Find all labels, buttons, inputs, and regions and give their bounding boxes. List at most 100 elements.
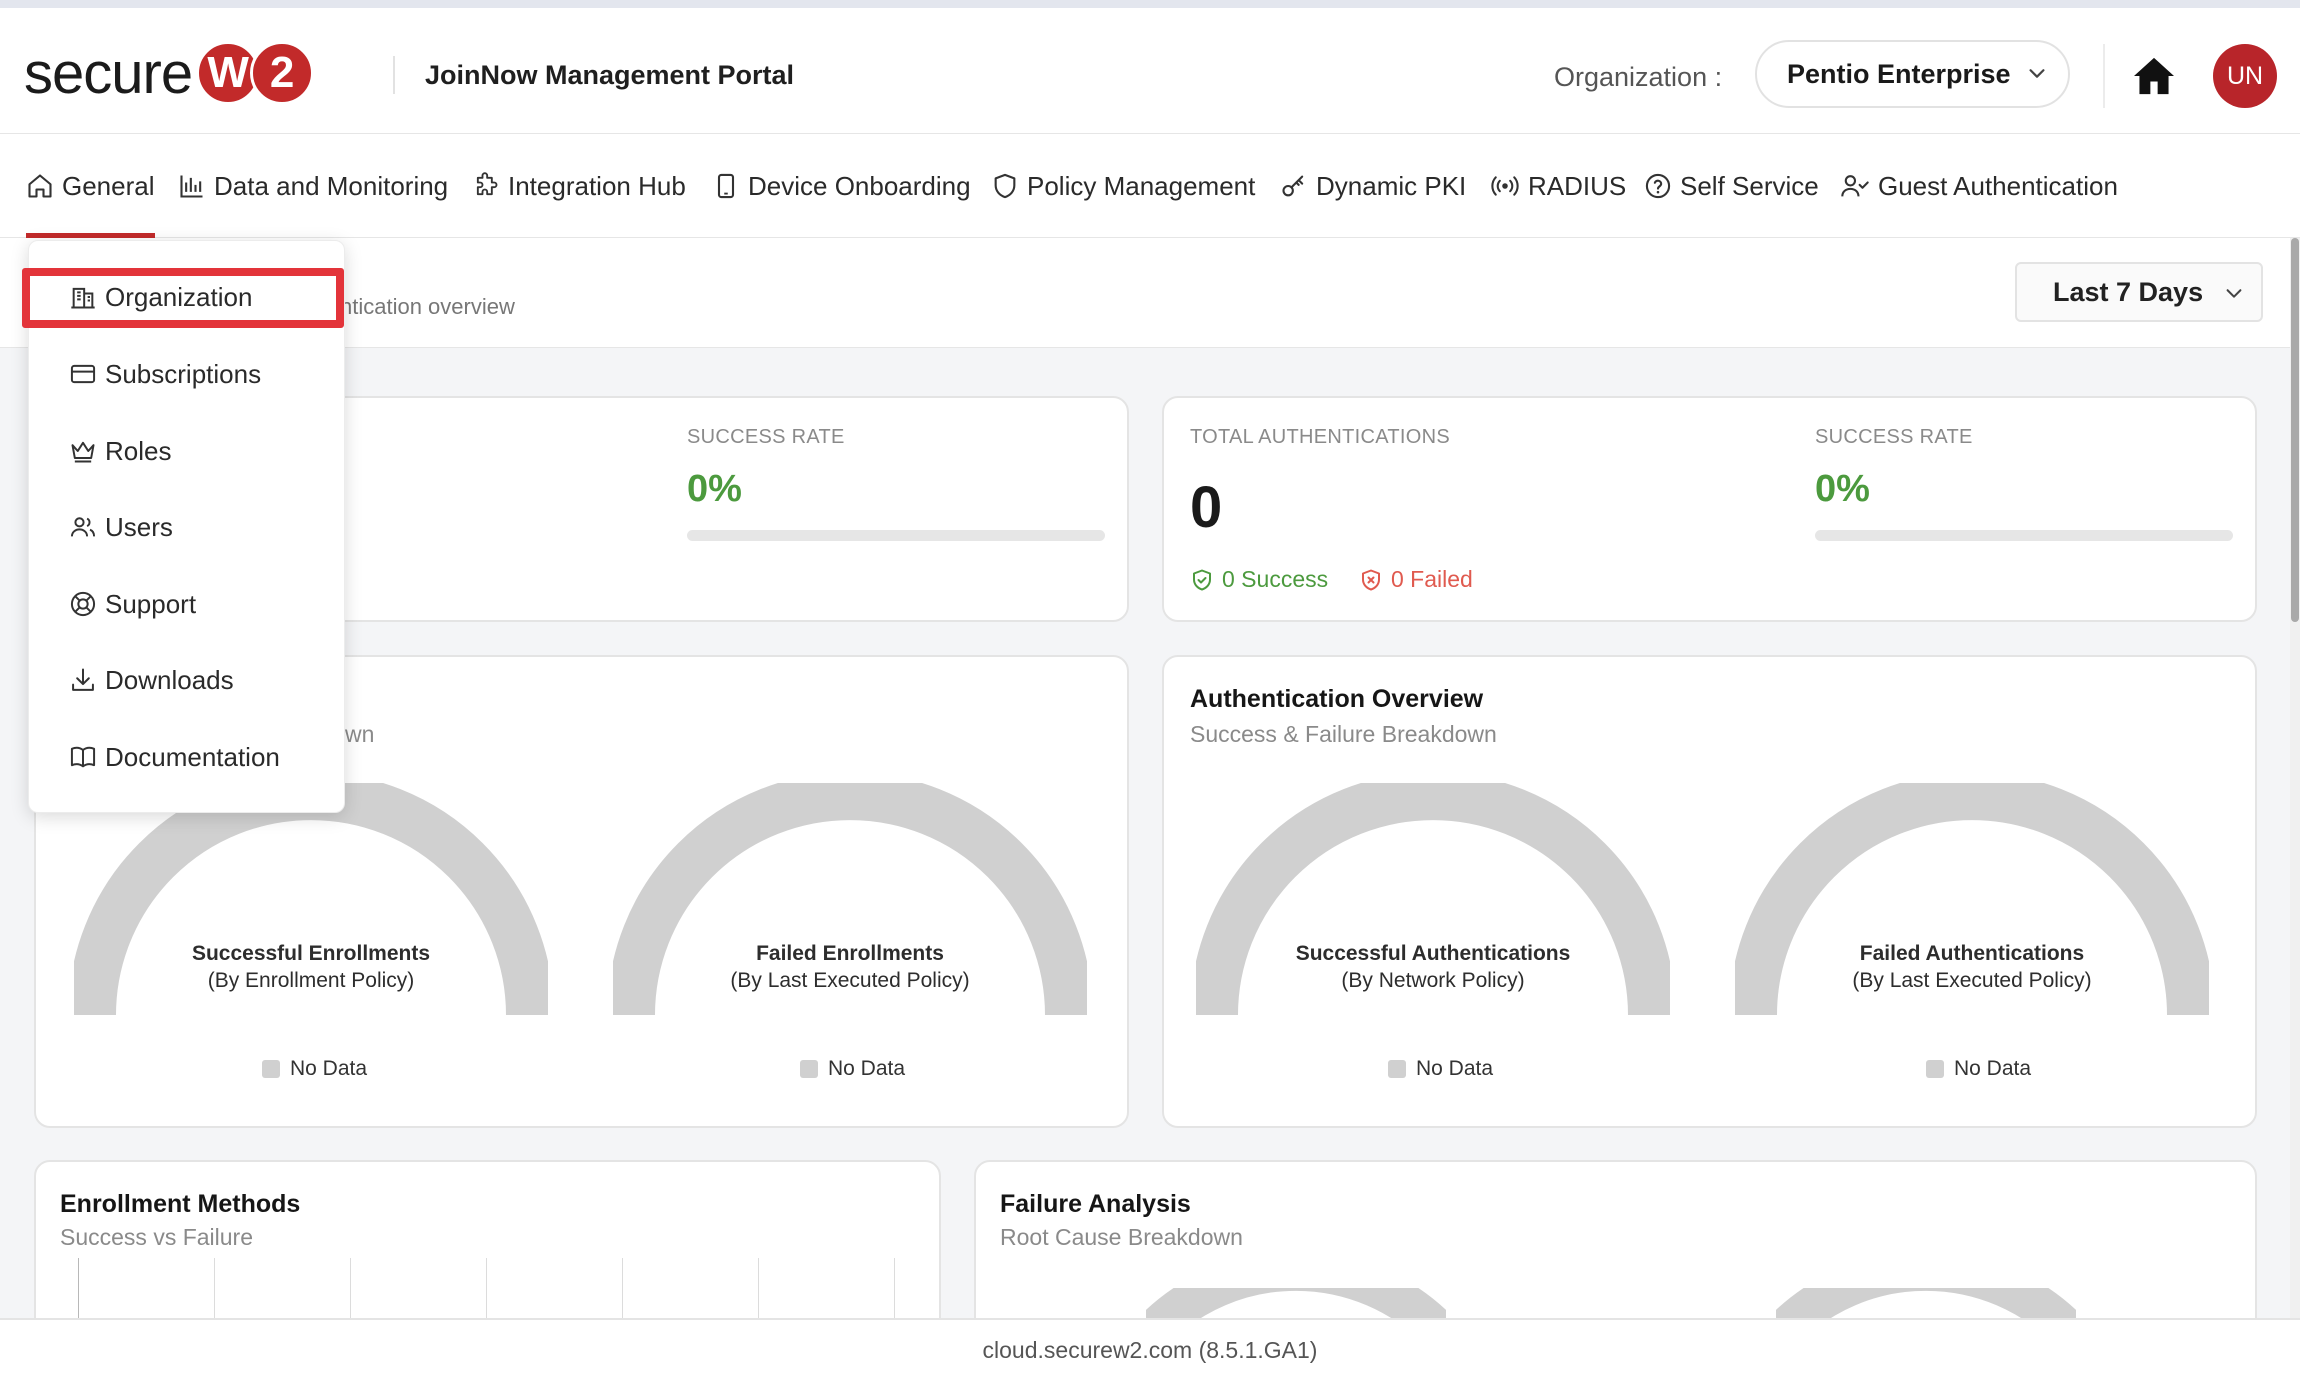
legend-label: No Data xyxy=(290,1057,368,1080)
menu-item-label: Organization xyxy=(105,281,253,312)
legend-label: No Data xyxy=(1416,1057,1494,1080)
menu-item-support[interactable]: Support xyxy=(69,584,196,624)
menu-item-roles[interactable]: Roles xyxy=(69,431,171,471)
menu-item-documentation[interactable]: Documentation xyxy=(69,737,280,777)
failed-count: 0 Failed xyxy=(1359,566,1473,593)
gauge-legend[interactable]: No Data xyxy=(1388,1057,1493,1081)
gauge-label: Failed Enrollments (By Last Executed Pol… xyxy=(613,940,1087,994)
user-check-icon xyxy=(1841,175,1869,197)
success-rate-value: 0% xyxy=(1815,468,1870,510)
nav-item-label: Dynamic PKI xyxy=(1316,170,1467,201)
gauge-legend[interactable]: No Data xyxy=(262,1057,367,1081)
main-nav: General Data and Monitoring Integration … xyxy=(0,134,2300,238)
chevron-down-icon xyxy=(2029,69,2045,78)
building-icon xyxy=(71,287,95,309)
legend-label: No Data xyxy=(828,1057,906,1080)
gauge-title: Successful Enrollments xyxy=(191,942,431,965)
radio-signal-icon xyxy=(1491,176,1519,196)
download-icon xyxy=(72,668,94,691)
gauge-subtitle: (By Last Executed Policy) xyxy=(730,969,970,992)
gauge-title: Failed Enrollments xyxy=(756,942,944,965)
success-rate-label: SUCCESS RATE xyxy=(687,426,845,448)
success-count: 0 Success xyxy=(1190,566,1328,593)
nav-item-label: Device Onboarding xyxy=(748,170,971,201)
gauge-legend[interactable]: No Data xyxy=(800,1057,905,1081)
general-dropdown-menu: Organization Subscriptions Roles Users S… xyxy=(28,240,345,813)
nav-item-radius[interactable]: RADIUS xyxy=(1490,134,1626,238)
date-range-value: Last 7 Days xyxy=(2053,276,2204,307)
gauge-subtitle: (By Network Policy) xyxy=(1341,969,1525,992)
menu-item-downloads[interactable]: Downloads xyxy=(69,660,234,700)
legend-swatch xyxy=(262,1060,280,1078)
total-authentications-label: TOTAL AUTHENTICATIONS xyxy=(1190,426,1451,448)
shield-check-icon xyxy=(1193,569,1211,590)
authentication-stats-card: TOTAL AUTHENTICATIONS 0 0 Success 0 Fail… xyxy=(1162,396,2257,622)
success-rate-progress xyxy=(687,530,1105,541)
key-icon xyxy=(1282,175,1304,197)
nav-item-device-onboarding[interactable]: Device Onboarding xyxy=(712,134,971,238)
card-subtitle: Success vs Failure xyxy=(60,1224,254,1250)
menu-item-label: Roles xyxy=(105,435,172,466)
dashboard-description: ntication overview xyxy=(340,294,515,319)
nav-item-label: Self Service xyxy=(1680,170,1819,201)
total-authentications-value: 0 xyxy=(1190,475,1223,540)
credit-card-icon xyxy=(70,364,96,384)
organization-select[interactable]: Pentio Enterprise xyxy=(1755,40,2070,108)
nav-item-data-and-monitoring[interactable]: Data and Monitoring xyxy=(178,134,448,238)
header-divider xyxy=(393,56,395,94)
menu-item-users[interactable]: Users xyxy=(69,507,173,547)
header-divider-right xyxy=(2103,44,2105,108)
chevron-down-icon xyxy=(2226,289,2242,298)
legend-label: No Data xyxy=(1954,1057,2032,1080)
nav-item-dynamic-pki[interactable]: Dynamic PKI xyxy=(1280,134,1466,238)
gauge-label: Failed Authentications (By Last Executed… xyxy=(1735,940,2209,994)
date-range-select[interactable]: Last 7 Days xyxy=(2015,262,2263,322)
logo-text: secure xyxy=(24,40,193,106)
page-scrollbar-thumb[interactable] xyxy=(2291,238,2299,622)
gauge-subtitle: (By Last Executed Policy) xyxy=(1852,969,2092,992)
menu-item-label: Support xyxy=(105,588,197,619)
nav-item-integration-hub[interactable]: Integration Hub xyxy=(472,134,686,238)
footer-version-text: cloud.securew2.com (8.5.1.GA1) xyxy=(982,1336,1318,1363)
card-title: Enrollment Methods xyxy=(60,1190,301,1218)
gauge-subtitle: (By Enrollment Policy) xyxy=(207,969,415,992)
legend-swatch xyxy=(1388,1060,1406,1078)
card-subtitle: Success & Failure Breakdown xyxy=(1190,721,1497,747)
securew2-logo[interactable]: secure W 2 xyxy=(24,38,315,108)
crown-icon xyxy=(71,441,95,463)
gauge-label: Successful Enrollments (By Enrollment Po… xyxy=(74,940,548,994)
menu-item-label: Downloads xyxy=(105,664,234,695)
success-rate-progress xyxy=(1815,530,2233,541)
nav-item-label: Data and Monitoring xyxy=(214,170,449,201)
nav-item-guest-authentication[interactable]: Guest Authentication xyxy=(1840,134,2118,238)
card-subtitle: Root Cause Breakdown xyxy=(1000,1224,1243,1250)
gauge-label: Successful Authentications (By Network P… xyxy=(1196,940,1670,994)
success-rate-value: 0% xyxy=(687,468,742,510)
nav-item-label: Guest Authentication xyxy=(1878,170,2118,201)
failed-count-text: 0 Failed xyxy=(1391,566,1473,592)
phone-icon xyxy=(717,173,735,199)
authentication-overview-card: Authentication Overview Success & Failur… xyxy=(1162,655,2257,1128)
menu-item-label: Users xyxy=(105,511,173,542)
home-icon xyxy=(28,174,52,198)
card-subtitle: wn xyxy=(345,721,375,747)
menu-item-organization[interactable]: Organization xyxy=(69,277,252,317)
shield-x-icon xyxy=(1362,569,1380,590)
users-icon xyxy=(70,517,96,537)
portal-title: JoinNow Management Portal xyxy=(425,60,795,90)
app-header: secure W 2 JoinNow Management Portal Org… xyxy=(0,8,2300,134)
user-avatar[interactable]: UN xyxy=(2213,44,2277,108)
browser-top-strip xyxy=(0,0,2300,8)
nav-item-policy-management[interactable]: Policy Management xyxy=(991,134,1255,238)
nav-item-label: Policy Management xyxy=(1027,170,1256,201)
menu-item-subscriptions[interactable]: Subscriptions xyxy=(69,354,261,394)
nav-item-self-service[interactable]: Self Service xyxy=(1644,134,1819,238)
home-icon[interactable] xyxy=(2132,56,2176,96)
gauge-title: Successful Authentications xyxy=(1295,942,1571,965)
gauge-legend[interactable]: No Data xyxy=(1926,1057,2031,1081)
success-count-text: 0 Success xyxy=(1222,566,1329,592)
book-icon xyxy=(70,746,96,768)
lifebuoy-icon xyxy=(70,591,96,617)
nav-item-general[interactable]: General xyxy=(26,134,155,238)
card-title: Failure Analysis xyxy=(1000,1190,1191,1218)
